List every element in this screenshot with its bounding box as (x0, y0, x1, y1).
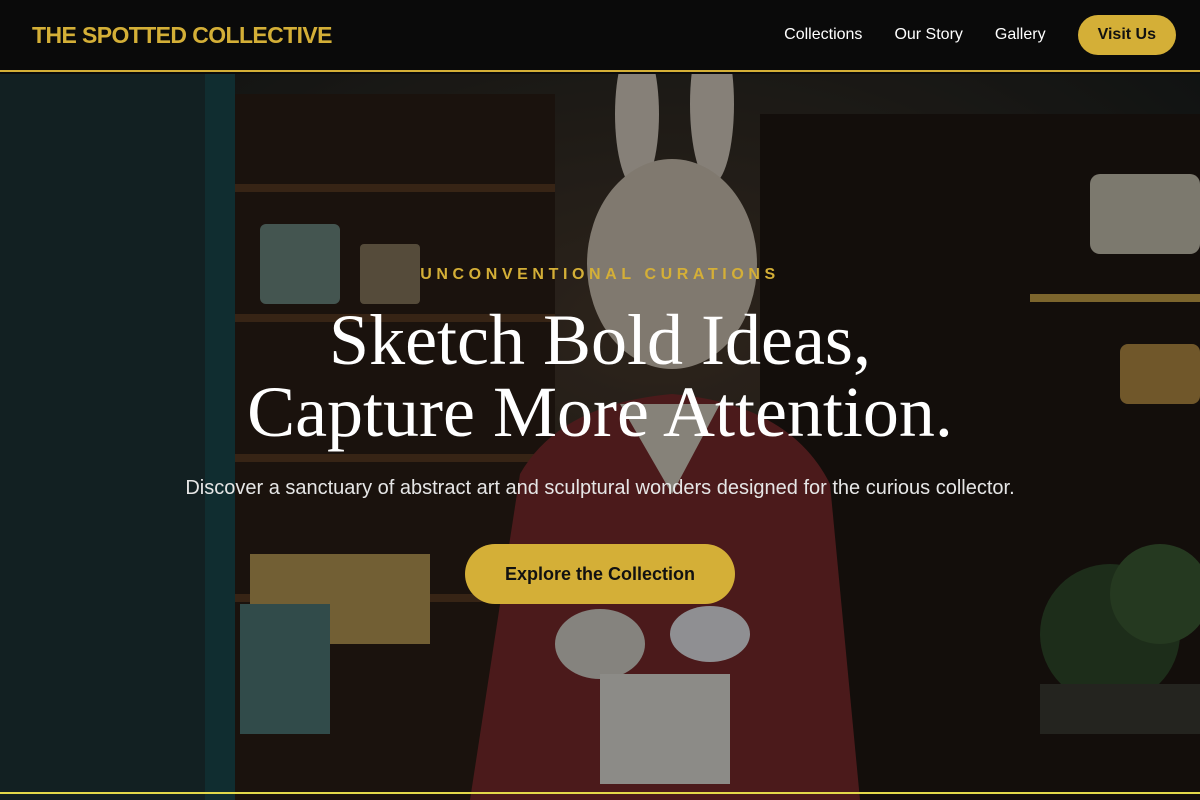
hero-content: UNCONVENTIONAL CURATIONS Sketch Bold Ide… (0, 74, 1200, 800)
nav-link-gallery[interactable]: Gallery (995, 26, 1046, 44)
hero-subtitle: Discover a sanctuary of abstract art and… (185, 477, 1015, 499)
hero-headline-line-2: Capture More Attention. (247, 372, 953, 452)
brand-logo[interactable]: THE SPOTTED COLLECTIVE (32, 22, 332, 49)
hero-headline-line-1: Sketch Bold Ideas, (329, 300, 871, 380)
nav-link-our-story[interactable]: Our Story (894, 26, 962, 44)
visit-us-button[interactable]: Visit Us (1077, 15, 1176, 55)
bottom-divider (0, 792, 1200, 794)
hero-section: UNCONVENTIONAL CURATIONS Sketch Bold Ide… (0, 74, 1200, 800)
top-navigation: THE SPOTTED COLLECTIVE Collections Our S… (0, 0, 1200, 72)
nav-links: Collections Our Story Gallery Visit Us (784, 15, 1176, 55)
hero-eyebrow: UNCONVENTIONAL CURATIONS (420, 266, 780, 283)
hero-headline: Sketch Bold Ideas, Capture More Attentio… (0, 304, 1200, 448)
explore-collection-button[interactable]: Explore the Collection (465, 544, 735, 604)
nav-link-collections[interactable]: Collections (784, 26, 862, 44)
